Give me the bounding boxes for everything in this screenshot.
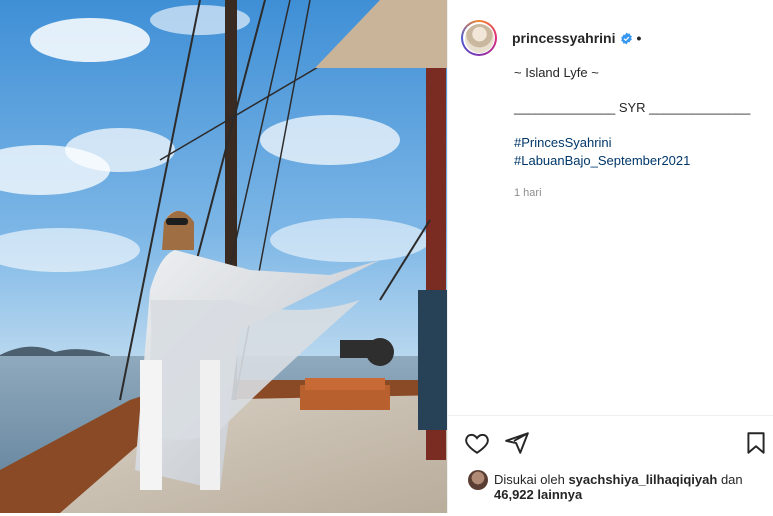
author-username[interactable]: princessyahrini — [512, 30, 616, 46]
likes-text: Disukai oleh syachshiya_lilhaqiqiyah dan… — [494, 472, 743, 502]
liker-username[interactable]: syachshiya_lilhaqiqiyah — [568, 472, 717, 487]
hashtag-link[interactable]: #PrincesSyahrini — [514, 134, 764, 152]
likes-and: dan — [720, 472, 743, 487]
liker-avatar[interactable] — [468, 470, 488, 490]
likes-count[interactable]: 46,922 — [494, 487, 534, 502]
caption-line: ~ Island Lyfe ~ — [514, 65, 599, 80]
author-avatar[interactable] — [461, 20, 497, 56]
likes-prefix: Disukai oleh — [494, 472, 565, 487]
post-caption: ~ Island Lyfe ~ ______________ SYR _____… — [514, 64, 764, 202]
post-header: princessyahrini • — [461, 20, 641, 56]
avatar-ring-inner — [463, 22, 495, 54]
caption-line: ______________ SYR ______________ — [514, 100, 751, 115]
post-photo-image — [0, 0, 447, 513]
post-photo[interactable] — [0, 0, 447, 513]
share-icon[interactable] — [504, 430, 530, 456]
likes-others[interactable]: lainnya — [537, 487, 582, 502]
post-timestamp[interactable]: 1 hari — [514, 184, 764, 202]
likes-summary: Disukai oleh syachshiya_lilhaqiqiyah dan… — [468, 470, 743, 502]
post-actions: Disukai oleh syachshiya_lilhaqiqiyah dan… — [448, 415, 773, 516]
bookmark-icon[interactable] — [743, 430, 769, 456]
hashtag-link[interactable]: #LabuanBajo_September2021 — [514, 152, 764, 170]
post-side-panel: princessyahrini • ~ Island Lyfe ~ ______… — [447, 0, 773, 513]
instagram-post: princessyahrini • ~ Island Lyfe ~ ______… — [0, 0, 773, 513]
heart-icon[interactable] — [464, 430, 490, 456]
verified-badge-icon — [620, 32, 632, 44]
avatar-image — [464, 23, 494, 53]
separator-dot: • — [636, 30, 642, 46]
